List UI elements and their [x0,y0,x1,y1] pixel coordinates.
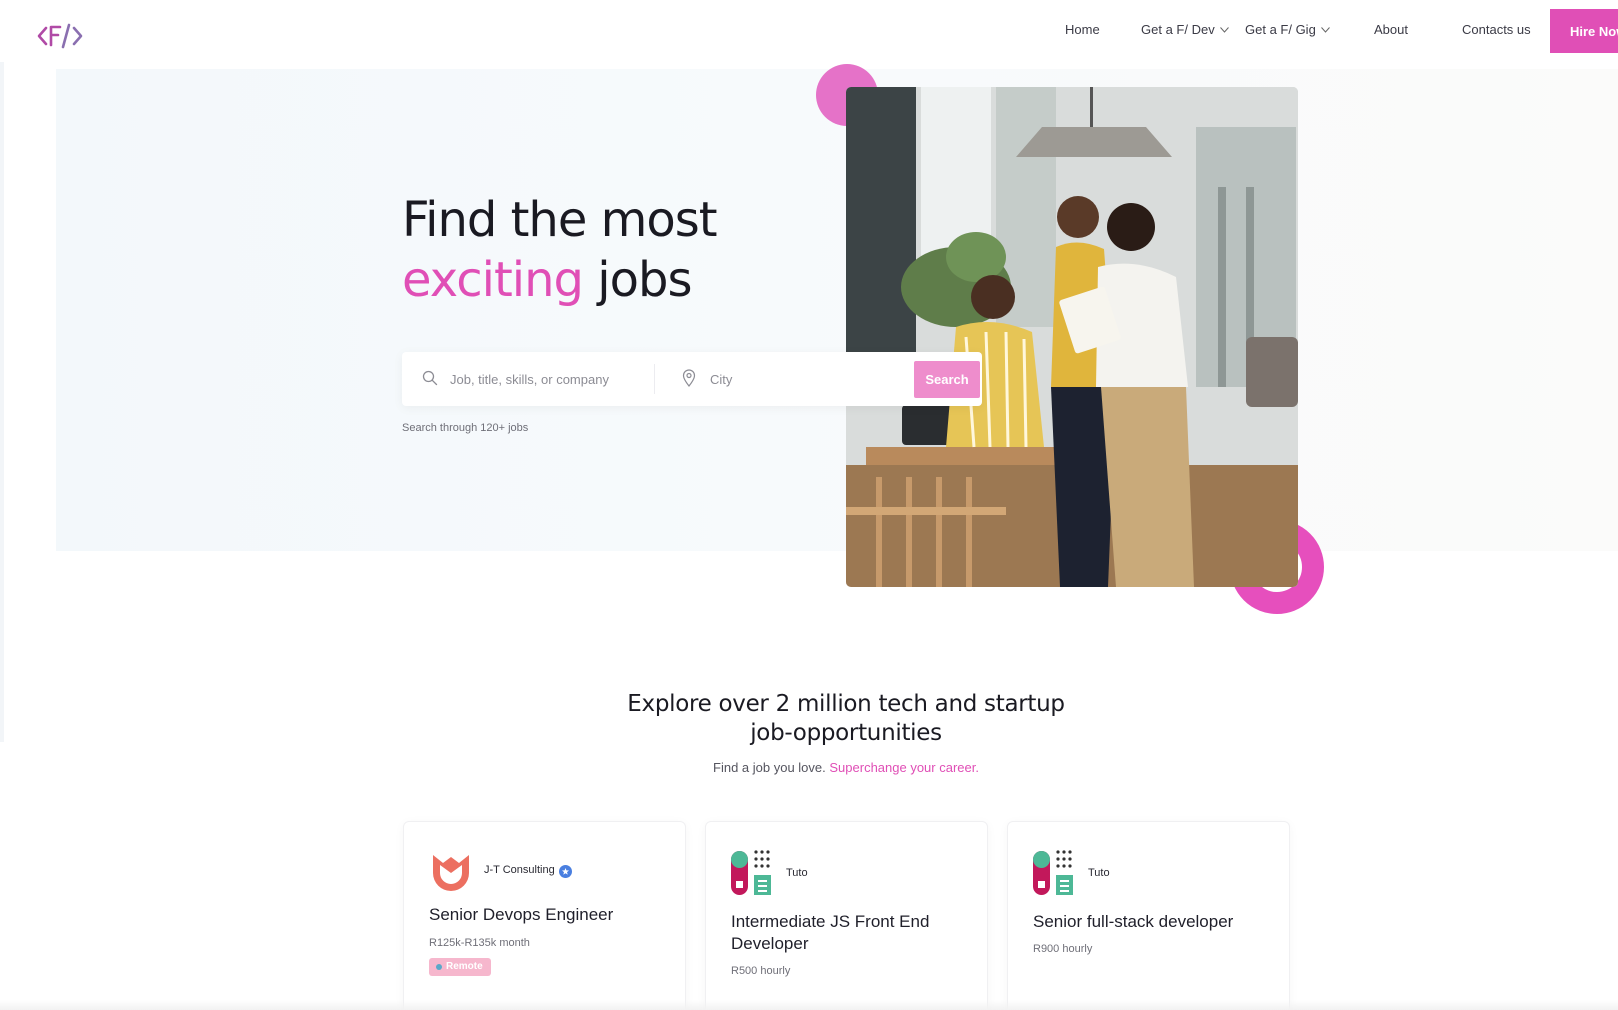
job-search-input[interactable] [450,367,640,391]
logo-icon[interactable] [36,20,86,52]
explore-title-line1: Explore over 2 million tech and startup [627,691,1065,717]
job-pay: R125k-R135k month [429,937,530,949]
explore-title-line2: job-opportunities [750,720,942,746]
job-pay: R900 hourly [1033,943,1093,955]
left-edge-strip [0,62,4,742]
job-card[interactable]: Tuto Intermediate JS Front End Developer… [705,821,988,1010]
nav-home[interactable]: Home [1065,22,1100,37]
hero-photo [846,87,1298,587]
hero-title: Find the most exciting jobs [402,190,718,310]
superchange-career-link[interactable]: Superchange your career. [829,760,979,775]
search-icon [422,370,438,386]
job-title: Intermediate JS Front End Developer [731,912,930,953]
nav-contacts[interactable]: Contacts us [1462,22,1531,37]
nav-get-dev-label: Get a F/ Dev [1141,22,1215,37]
office-people-illustration [846,87,1298,587]
explore-subtitle-text: Find a job you love. [713,760,826,775]
tuto-logo-icon [731,850,771,895]
hero-title-accent: exciting [402,252,584,308]
nav-get-gig-label: Get a F/ Gig [1245,22,1316,37]
location-pin-icon [682,369,696,387]
chevron-down-icon [1219,26,1229,33]
job-search-box: Search [402,352,982,406]
search-button[interactable]: Search [914,361,980,398]
hero-background [56,69,1618,551]
nav-get-dev[interactable]: Get a F/ Dev [1141,22,1229,37]
tuto-logo-icon [1033,850,1073,895]
company-name: J-T Consulting [484,864,555,876]
job-pay: R500 hourly [731,965,791,977]
bottom-fade [0,1000,1618,1010]
city-input[interactable] [710,367,890,391]
chevron-down-icon [1320,26,1330,33]
hero-title-rest: jobs [597,252,692,308]
search-hint: Search through 120+ jobs [402,422,529,434]
nav-about-label: About [1374,22,1408,37]
nav-home-label: Home [1065,22,1100,37]
top-nav: Home Get a F/ Dev Get a F/ Gig About Con… [0,0,1618,62]
job-card[interactable]: J-T Consulting Senior Devops Engineer R1… [403,821,686,1010]
jt-consulting-logo-icon [433,855,469,891]
job-title: Senior full-stack developer [1033,912,1234,931]
job-title: Senior Devops Engineer [429,905,614,924]
nav-get-gig[interactable]: Get a F/ Gig [1245,22,1330,37]
job-card[interactable]: Tuto Senior full-stack developer R900 ho… [1007,821,1290,1010]
hero-title-line1: Find the most [402,192,718,248]
company-name: Tuto [786,867,808,879]
nav-contacts-label: Contacts us [1462,22,1531,37]
hire-now-button[interactable]: Hire Now [1550,9,1618,53]
nav-about[interactable]: About [1374,22,1408,37]
company-name: Tuto [1088,867,1110,879]
explore-subtitle: Find a job you love. Superchange your ca… [600,760,1092,775]
explore-title: Explore over 2 million tech and startup … [600,690,1092,748]
search-divider [654,364,655,394]
remote-badge: Remote [429,958,491,976]
verified-badge-icon [559,865,572,878]
hero-title-line2: exciting jobs [402,250,717,310]
